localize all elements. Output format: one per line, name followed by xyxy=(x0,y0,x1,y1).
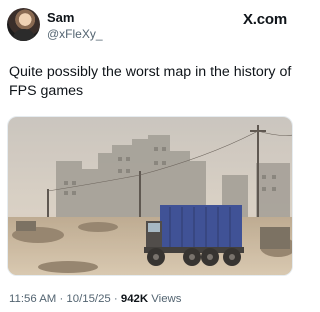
author-name[interactable]: Sam xyxy=(47,10,74,25)
x-logo: X.com xyxy=(242,11,287,28)
author-handle[interactable]: @xFleXy_ xyxy=(47,27,103,41)
map-screenshot xyxy=(8,117,292,275)
separator-dot: · xyxy=(110,293,121,305)
avatar-figure xyxy=(13,29,35,41)
post-text: Quite possibly the worst map in the hist… xyxy=(9,64,292,99)
post-image[interactable] xyxy=(7,116,293,276)
views-count: 942K xyxy=(120,293,149,305)
avatar[interactable] xyxy=(7,8,40,41)
post-meta: 11:56 AM · 10/15/25 · 942K Views xyxy=(9,293,181,305)
views-label: Views xyxy=(148,293,182,305)
post-date[interactable]: 10/15/25 xyxy=(66,293,110,305)
post-header: Sam @xFleXy_ X.com xyxy=(0,0,300,50)
post-time[interactable]: 11:56 AM xyxy=(9,293,56,305)
separator-dot: · xyxy=(56,293,67,305)
